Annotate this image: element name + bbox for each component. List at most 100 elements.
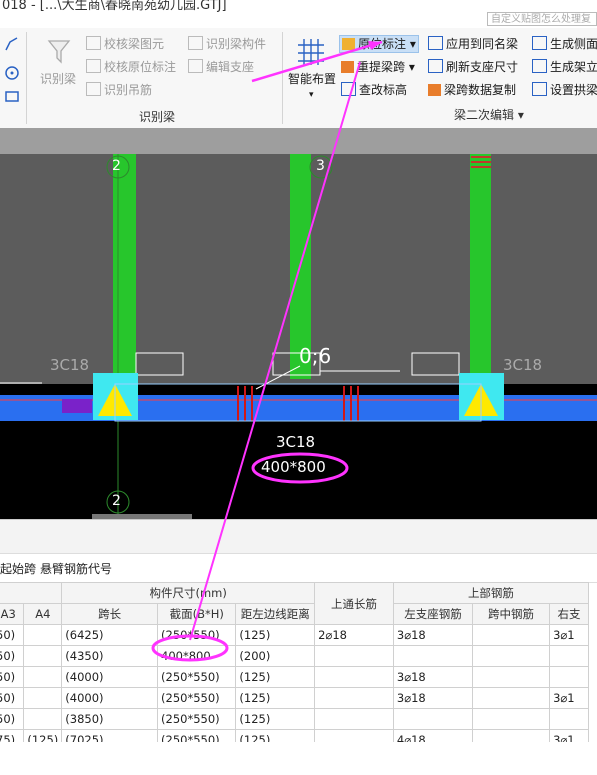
table-cell[interactable] [314,666,394,688]
table-cell[interactable]: 3⌀18 [392,624,474,646]
check-span-label-button[interactable]: 校核原位标注 [86,59,176,75]
table-cell[interactable] [472,624,551,646]
title-bar: 018 - [...\大生商\春晓南苑幼儿园.GTJ] 自定义贴图怎么处理复 [0,0,597,28]
table-cell[interactable] [23,624,63,646]
table-cell[interactable] [472,666,551,688]
col-header[interactable]: A4 [23,603,63,625]
table-cell[interactable]: (4000) [61,687,159,709]
table-cell[interactable] [549,666,589,688]
table-cell[interactable] [472,708,551,730]
table-cell[interactable]: 50) [0,624,25,646]
table-tabs: 起始跨 悬臂钢筋代号 [0,553,597,583]
smart-layout-button[interactable]: 智能布置 [288,71,336,87]
table-cell[interactable] [472,687,551,709]
table-cell[interactable]: 400*800 [157,645,237,667]
beam-check-icon [86,59,101,73]
table-cell[interactable] [23,687,63,709]
axis-label: 2 [112,158,121,174]
hanger-icon [86,82,101,96]
table-cell[interactable]: (3850) [61,708,159,730]
table-cell[interactable]: (250*550) [157,708,237,730]
component-icon [188,36,203,50]
table-cell[interactable]: (6425) [61,624,159,646]
re-extract-span-button[interactable]: 重提梁跨 ▾ [341,59,415,75]
identify-beam-component-button[interactable]: 识别梁构件 [188,36,266,52]
rebar-label: 3C18 [503,356,543,374]
generate-erection-button[interactable]: 生成架立 [532,59,597,75]
refresh-support-button[interactable]: 刷新支座尺寸 [428,59,518,75]
col-header[interactable]: A3 [0,603,25,625]
chevron-down-icon[interactable]: ▾ [309,87,314,103]
table-row[interactable]: 50) (4000)(250*550)(125) 3⌀18 [0,666,589,688]
tab-cantilever-code[interactable]: 悬臂钢筋代号 [40,560,112,577]
col-header[interactable]: 跨中钢筋 [472,603,551,625]
table-cell[interactable] [392,708,474,730]
col-header[interactable]: 距左边线距离 [235,603,316,625]
table-cell[interactable]: (125) [235,666,316,688]
draw-tools-icon[interactable] [4,36,20,102]
arch-icon [532,82,547,96]
table-cell[interactable]: 2⌀18 [314,624,394,646]
table-cell[interactable] [23,645,63,667]
table-cell[interactable]: 50) [0,666,25,688]
edit-support-button[interactable]: 编辑支座 [188,59,254,75]
search-input[interactable]: 自定义贴图怎么处理复 [487,12,597,26]
table-cell[interactable] [549,645,589,667]
edit-group-label[interactable]: 梁二次编辑 ▾ [454,106,524,123]
table-cell[interactable] [392,645,474,667]
annotate-icon [342,38,355,50]
table-cell[interactable]: (125) [235,687,316,709]
copy-span-data-button[interactable]: 梁跨数据复制 [428,82,516,98]
table-cell[interactable] [314,645,394,667]
table-cell[interactable]: (125) [235,708,316,730]
col-header[interactable]: 截面(B*H) [157,603,237,625]
apply-icon [428,36,443,50]
table-cell[interactable]: 50) [0,687,25,709]
col-header[interactable]: 左支座钢筋 [392,603,474,625]
table-row[interactable]: 50) (3850)(250*550)(125) [0,708,589,730]
identify-beam-icon [47,40,71,64]
table-cell[interactable] [23,666,63,688]
pencil-icon [188,59,203,73]
refresh-icon [428,59,443,73]
identify-beam-button[interactable]: 识别梁 [40,71,76,87]
tab-start-span[interactable]: 起始跨 [0,560,36,577]
col-header[interactable]: 跨长 [61,603,159,625]
table-row[interactable]: 50) (6425)(250*550)(125)2⌀183⌀18 3⌀1 [0,624,589,646]
table-cell[interactable]: (4000) [61,666,159,688]
panel-separator [0,519,597,554]
table-cell[interactable]: (250*550) [157,624,237,646]
drawing-canvas[interactable]: 2 3 2 3C18 3C18 3C18 0;6 400*800 [0,154,597,519]
table-row[interactable]: 50) (4000)(250*550)(125) 3⌀18 3⌀1 [0,687,589,709]
set-arch-beam-button[interactable]: 设置拱梁 [532,82,597,98]
table-cell[interactable]: (200) [235,645,316,667]
table-cell[interactable] [472,645,551,667]
canvas-header-strip [0,128,597,154]
generate-side-button[interactable]: 生成侧面 [532,36,597,52]
check-beam-button[interactable]: 校核梁图元 [86,36,164,52]
axis-label: 2 [112,493,121,509]
table-row[interactable]: 50) (4350)400*800(200) [0,645,589,667]
table-cell[interactable] [23,708,63,730]
table-cell[interactable]: (250*550) [157,687,237,709]
check-elevation-button[interactable]: 查改标高 [341,82,407,98]
apply-same-name-button[interactable]: 应用到同名梁 [428,36,518,52]
table-cell[interactable]: 3⌀18 [392,666,474,688]
table-cell[interactable]: (125) [235,624,316,646]
table-cell[interactable]: (4350) [61,645,159,667]
identify-hanger-button[interactable]: 识别吊筋 [86,82,152,98]
table-cell[interactable]: (250*550) [157,666,237,688]
ribbon-toolbar: 识别梁 校核梁图元 校核原位标注 识别吊筋 识别梁构件 编辑支座 识别梁 智能布… [0,28,597,129]
table-cell[interactable] [314,687,394,709]
col-header[interactable]: 右支 [549,603,589,625]
table-cell[interactable] [549,708,589,730]
header-top-rebar: 上部钢筋 [392,582,590,604]
table-cell[interactable]: 50) [0,645,25,667]
copy-icon [428,84,441,96]
table-cell[interactable]: 50) [0,708,25,730]
table-cell[interactable]: 3⌀1 [549,687,589,709]
table-cell[interactable]: 3⌀18 [392,687,474,709]
table-cell[interactable]: 3⌀1 [549,624,589,646]
in-place-label-button[interactable]: 原位标注 ▾ [339,35,419,53]
table-cell[interactable] [314,708,394,730]
